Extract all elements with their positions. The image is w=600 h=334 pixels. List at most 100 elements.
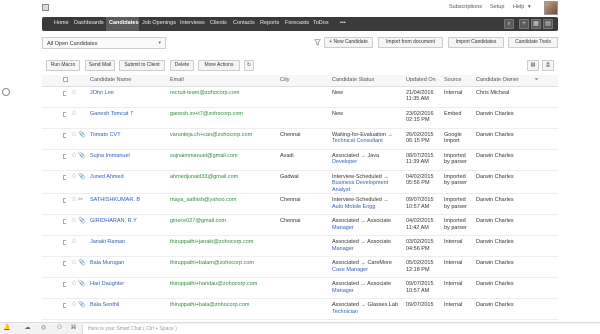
bots-icon[interactable]: ⌘	[70, 325, 77, 332]
list-view-icon[interactable]: ▤	[527, 60, 539, 71]
app-logo[interactable]	[42, 4, 49, 11]
row-checkbox[interactable]	[63, 303, 66, 308]
star-icon[interactable]: ☆	[71, 217, 76, 224]
candidate-name-link[interactable]: Bala Murugan	[90, 260, 124, 266]
row-checkbox[interactable]	[63, 261, 66, 266]
candidate-name-link[interactable]: Tomato CVT	[90, 132, 121, 138]
star-icon[interactable]: ☆	[71, 152, 76, 159]
table-row[interactable]: ☆📎 Hari Daughter thiruppathi+haridau@zohoc…	[42, 277, 558, 299]
filter-icon[interactable]	[314, 39, 321, 46]
user-avatar[interactable]	[544, 1, 558, 15]
tab-todos[interactable]: ToDos	[313, 20, 329, 26]
smart-chat-input[interactable]: Here is your Smart Chat ( Ctrl + Space )	[82, 324, 600, 334]
table-row[interactable]: ☆📎 Sujna Immanuel sujnaimmanuel@gmail.com A…	[42, 149, 558, 171]
candidate-email-link[interactable]: varunteja.ch+can@zohocorp.com	[170, 132, 252, 138]
column-header-name[interactable]: Candidate Name	[88, 75, 168, 87]
job-opening-link[interactable]: Technician	[332, 309, 358, 315]
delete-button[interactable]: Delete	[170, 60, 194, 71]
star-icon[interactable]: ☆	[71, 110, 76, 117]
subscriptions-link[interactable]: Subscriptions	[449, 4, 482, 10]
contacts-icon[interactable]: ⚇	[56, 325, 63, 332]
tab-home[interactable]: Home	[54, 20, 69, 26]
tab-forecasts[interactable]: Forecasts	[285, 20, 309, 26]
candidate-email-link[interactable]: thiruppathi+haridau@zohocorp.com	[170, 281, 257, 287]
row-checkbox[interactable]	[63, 111, 66, 117]
recent-items-clock-icon[interactable]	[2, 88, 10, 96]
send-mail-button[interactable]: Send Mail	[85, 60, 115, 71]
more-actions-button[interactable]: More Actions	[198, 60, 240, 71]
table-row[interactable]: ☆📎 Tomato CVT varunteja.ch+can@zohocorp.co…	[42, 128, 558, 150]
candidate-name-link[interactable]: Hari Daughter	[90, 281, 124, 287]
table-row[interactable]: ☆📎 Bala Murugan thiruppathi+balam@zohocorp…	[42, 256, 558, 278]
help-link[interactable]: Help	[513, 4, 524, 10]
star-icon[interactable]: ☆	[71, 89, 76, 96]
column-header-city[interactable]: City	[278, 75, 330, 87]
candidate-email-link[interactable]: maya_sathish@yahoo.com	[170, 197, 236, 203]
column-header-owner[interactable]: Candidate Owner ⏷	[474, 75, 558, 87]
tab-reports[interactable]: Reports	[260, 20, 279, 26]
more-tabs-button[interactable]: •••	[340, 20, 346, 26]
notifications-icon[interactable]: 🔔	[3, 325, 10, 332]
table-row[interactable]: ☆ Ganesh Tomcat 7 ganesh.sv+t7@zohocorp.co…	[42, 107, 558, 129]
chat-icon[interactable]: ☁	[24, 325, 31, 332]
table-row[interactable]: ☆📎 Juned Ahmed ahmedjunaid33@gmail.com Gadw…	[42, 170, 558, 194]
job-opening-link[interactable]: Technical Consultant	[332, 138, 383, 144]
view-selector[interactable]: All Open Candidates ▾	[42, 37, 166, 49]
candidate-name-link[interactable]: SATHISHKUMAR. B	[90, 197, 140, 203]
candidate-email-link[interactable]: sujnaimmanuel@gmail.com	[170, 153, 238, 159]
select-all-checkbox[interactable]	[63, 77, 68, 83]
candidate-name-link[interactable]: Sujna Immanuel	[90, 153, 130, 159]
row-checkbox[interactable]	[63, 198, 66, 203]
candidate-email-link[interactable]: ganesh.sv+t7@zohocorp.com	[170, 111, 243, 117]
row-checkbox[interactable]	[63, 153, 66, 159]
tab-job-openings[interactable]: Job Openings	[142, 20, 176, 26]
submit-to-client-button[interactable]: Submit to Client	[119, 60, 165, 71]
candidate-name-link[interactable]: Janaki Raman	[90, 239, 125, 245]
job-opening-link[interactable]: Manager	[332, 288, 354, 294]
candidate-email-link[interactable]: thiruppathi+janaki@zohocorp.com	[170, 239, 253, 245]
candidate-name-link[interactable]: GIRIDHARAN. R.Y	[90, 218, 137, 224]
table-row[interactable]: ☆📎 GIRIDHARAN. R.Y giriece027@gmail.com Che…	[42, 214, 558, 236]
new-candidate-button[interactable]: + New Candidate	[324, 37, 373, 48]
candidate-name-link[interactable]: Ganesh Tomcat 7	[90, 111, 133, 117]
candidate-name-link[interactable]: Bala Senthil	[90, 302, 119, 308]
import-from-document-button[interactable]: Import from document	[378, 37, 443, 48]
print-icon[interactable]: ⎙	[542, 60, 554, 71]
candidate-name-link[interactable]: Juned Ahmed	[90, 174, 124, 180]
job-opening-link[interactable]: Business Development Analyst	[332, 180, 388, 193]
column-header-source[interactable]: Source	[442, 75, 474, 87]
row-checkbox[interactable]	[63, 132, 66, 138]
row-checkbox[interactable]	[63, 174, 66, 180]
feeds-icon[interactable]: ▤	[543, 19, 553, 29]
help-chevron-icon[interactable]: ▾	[528, 4, 531, 10]
select-all-cell[interactable]	[42, 75, 68, 87]
table-row[interactable]: ☆ Janaki Raman thiruppathi+janaki@zohocorp…	[42, 235, 558, 257]
candidate-email-link[interactable]: ahmedjunaid33@gmail.com	[170, 174, 238, 180]
run-macro-button[interactable]: Run Macro	[46, 60, 80, 71]
tab-contacts[interactable]: Contacts	[233, 20, 255, 26]
candidate-email-link[interactable]: giriece027@gmail.com	[170, 218, 226, 224]
job-opening-link[interactable]: Manager	[332, 246, 354, 252]
star-icon[interactable]: ☆	[71, 131, 76, 138]
column-header-email[interactable]: Email	[168, 75, 278, 87]
star-icon[interactable]: ☆	[71, 280, 76, 287]
tab-interviews[interactable]: Interviews	[180, 20, 205, 26]
table-row[interactable]: ☆📎 Bala Senthil thiruppathi+bala@zohocorp.…	[42, 298, 558, 320]
star-icon[interactable]: ☆	[71, 259, 76, 266]
column-header-status[interactable]: Candidate Status	[330, 75, 404, 87]
channels-icon[interactable]: ◎	[40, 325, 47, 332]
row-checkbox[interactable]	[63, 90, 66, 96]
candidate-email-link[interactable]: thiruppathi+bala@zohocorp.com	[170, 302, 249, 308]
column-filter-icon[interactable]: ⏷	[534, 77, 538, 83]
tab-candidates[interactable]: Candidates	[109, 20, 139, 26]
star-icon[interactable]: ☆	[71, 238, 76, 245]
job-opening-link[interactable]: Manager	[332, 225, 354, 231]
job-opening-link[interactable]: Auto Mobile Engg	[332, 204, 375, 210]
row-checkbox[interactable]	[63, 282, 66, 287]
job-opening-link[interactable]: Developer	[332, 159, 357, 165]
star-icon[interactable]: ☆	[71, 196, 76, 203]
table-row[interactable]: ☆✂ SATHISHKUMAR. B maya_sathish@yahoo.com C…	[42, 193, 558, 215]
row-checkbox[interactable]	[63, 240, 66, 245]
column-header-updated[interactable]: Updated On	[404, 75, 442, 87]
star-icon[interactable]: ☆	[71, 301, 76, 308]
